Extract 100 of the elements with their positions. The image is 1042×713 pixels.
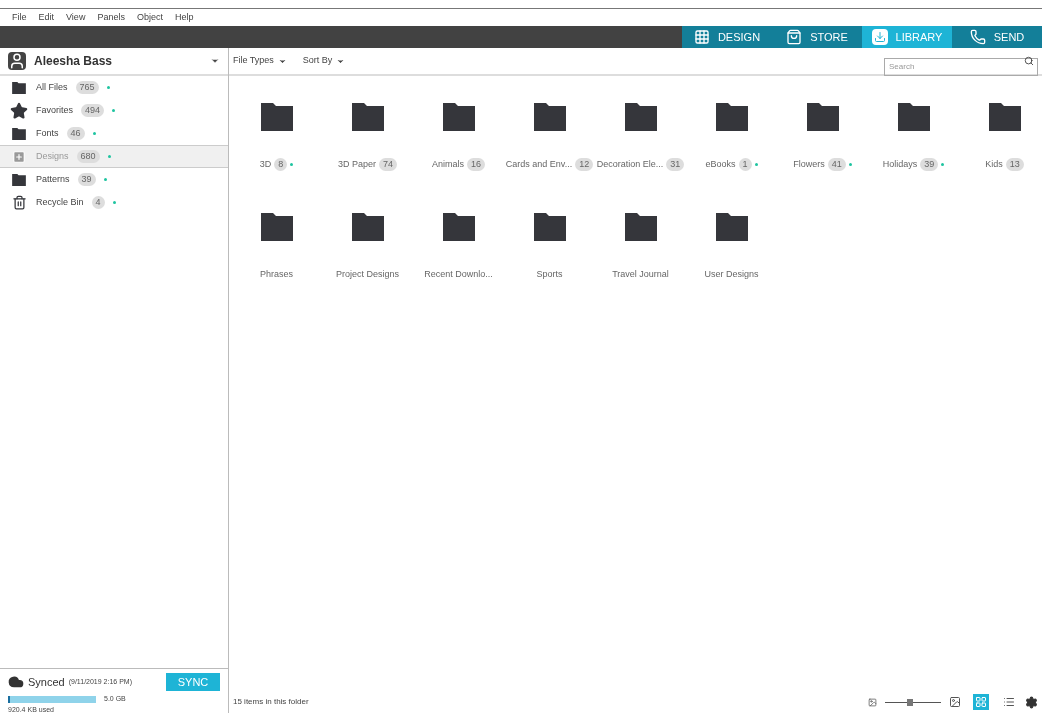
folder-icon <box>715 213 748 241</box>
folder-item[interactable]: User Designs <box>686 213 777 323</box>
count-badge: 46 <box>66 127 85 140</box>
folder-icon <box>533 213 566 241</box>
count-badge: 13 <box>1005 158 1024 172</box>
download-icon <box>871 29 888 45</box>
folder-item[interactable]: Animals 16 <box>413 103 504 213</box>
sidebar-item[interactable]: Patterns 39 <box>0 168 228 191</box>
folder-item[interactable]: Recent Downlo... <box>413 213 504 323</box>
store-icon <box>786 29 803 45</box>
zoom-thumb[interactable] <box>907 698 914 706</box>
folder-icon <box>988 103 1021 131</box>
count-badge: 1 <box>738 158 752 172</box>
folder-icon <box>715 103 748 131</box>
folder-icon <box>12 173 26 186</box>
menu-item[interactable]: View <box>66 10 86 25</box>
folder-icon <box>351 213 384 241</box>
folder-name: eBooks <box>705 158 736 171</box>
sidebar-item[interactable]: Favorites 494 <box>0 99 228 122</box>
filter-dropdown[interactable]: Sort By <box>302 54 346 68</box>
folder-name: Flowers <box>793 158 825 171</box>
nav-tab[interactable]: DESIGN <box>682 26 772 48</box>
folder-item[interactable]: 3D 8 <box>231 103 322 213</box>
folder-name: Phrases <box>260 268 293 281</box>
folder-name: Cards and Env... <box>505 158 573 171</box>
sync-status: Synced <box>28 674 65 690</box>
count-badge: 39 <box>77 173 96 186</box>
folder-name: Animals <box>432 158 464 171</box>
count-badge: 680 <box>76 150 100 163</box>
user-icon <box>8 52 26 70</box>
folder-item[interactable]: Sports <box>504 213 595 323</box>
folder-icon <box>442 213 475 241</box>
folder-item[interactable]: Flowers 41 <box>777 103 868 213</box>
folder-name: Decoration Ele... <box>596 158 664 171</box>
sidebar-item[interactable]: Recycle Bin 4 <box>0 191 228 214</box>
folder-icon <box>624 103 657 131</box>
grid-icon <box>693 29 710 45</box>
count-badge: 39 <box>920 158 939 172</box>
sidebar-item[interactable]: Fonts 46 <box>0 122 228 145</box>
small-image-icon <box>868 697 877 707</box>
folder-icon <box>806 103 839 131</box>
grid-icon <box>975 696 987 708</box>
folder-icon <box>897 103 930 131</box>
sidebar-label: Patterns <box>36 172 70 186</box>
folder-item[interactable]: Travel Journal <box>595 213 686 323</box>
sidebar-item[interactable]: Designs 680 <box>0 145 228 168</box>
folder-name: User Designs <box>704 268 759 281</box>
sidebar-label: Designs <box>36 149 69 163</box>
folder-icon <box>260 103 293 131</box>
sidebar-label: Favorites <box>36 103 73 117</box>
folder-icon <box>12 127 26 140</box>
menu-item[interactable]: File <box>12 10 27 25</box>
search-icon[interactable] <box>1024 56 1034 66</box>
menu-item[interactable]: Edit <box>38 10 55 25</box>
trash-icon <box>11 195 27 210</box>
folder-icon <box>351 103 384 131</box>
folder-icon <box>533 103 566 131</box>
folder-name: Recent Downlo... <box>424 268 493 281</box>
sidebar-item[interactable]: All Files 765 <box>0 76 228 99</box>
settings-icon[interactable] <box>1025 695 1038 709</box>
folder-item[interactable]: Phrases <box>231 213 322 323</box>
folder-icon <box>12 81 26 94</box>
nav-tab[interactable]: SEND <box>952 26 1042 48</box>
folder-item[interactable]: 3D Paper 74 <box>322 103 413 213</box>
status-text: 15 items in this folder <box>233 696 310 708</box>
nav-tab[interactable]: STORE <box>772 26 862 48</box>
search-field[interactable]: Search <box>884 57 1038 76</box>
sidebar-label: All Files <box>36 80 68 94</box>
filter-dropdown[interactable]: File Types <box>233 54 287 68</box>
sidebar-label: Fonts <box>36 126 59 140</box>
count-badge: 74 <box>379 158 397 172</box>
count-badge: 31 <box>666 158 685 172</box>
large-image-icon <box>949 696 961 708</box>
dropdown-icon[interactable] <box>210 56 220 66</box>
folder-item[interactable]: eBooks 1 <box>686 103 777 213</box>
folder-name: Holidays <box>882 158 918 171</box>
folder-item[interactable]: Project Designs <box>322 213 413 323</box>
zoom-slider[interactable] <box>885 698 941 706</box>
count-badge: 494 <box>81 104 105 117</box>
folder-icon <box>442 103 475 131</box>
star-icon <box>10 101 28 120</box>
folder-name: Kids <box>985 158 1003 171</box>
menu-item[interactable]: Panels <box>97 10 125 25</box>
folder-plus-icon <box>12 149 26 164</box>
count-badge: 8 <box>274 158 288 172</box>
folder-item[interactable]: Holidays 39 <box>868 103 959 213</box>
folder-name: 3D Paper <box>337 158 376 171</box>
count-badge: 4 <box>91 196 105 209</box>
folder-icon <box>624 213 657 241</box>
menu-item[interactable]: Help <box>174 10 194 25</box>
folder-item[interactable]: Decoration Ele... 31 <box>595 103 686 213</box>
folder-name: 3D <box>259 158 272 171</box>
list-icon <box>1003 696 1015 708</box>
folder-name: Travel Journal <box>612 268 669 281</box>
folder-item[interactable]: Kids 13 <box>959 103 1042 213</box>
folder-item[interactable]: Cards and Env... 12 <box>504 103 595 213</box>
folder-name: Project Designs <box>336 268 399 281</box>
user-name: Aleesha Bass <box>34 53 114 70</box>
count-badge: 765 <box>75 81 99 94</box>
menu-item[interactable]: Object <box>136 10 163 25</box>
